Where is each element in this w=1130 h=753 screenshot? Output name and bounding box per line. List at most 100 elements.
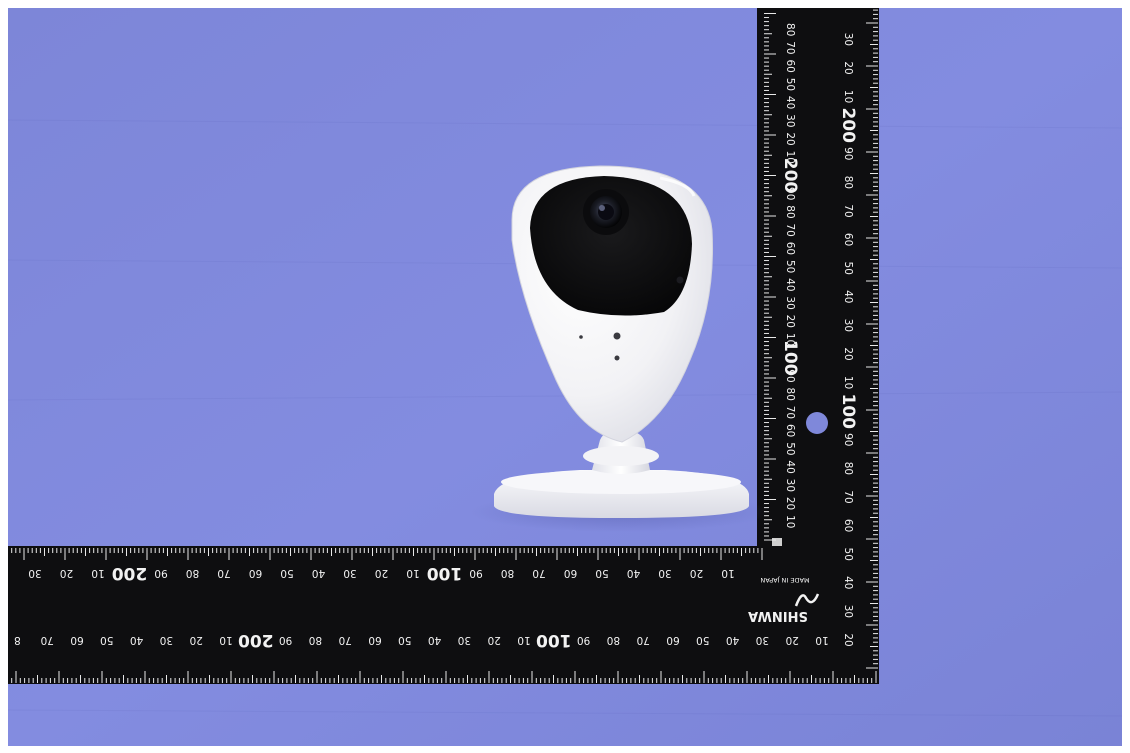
ruler-label: 50 xyxy=(595,567,608,579)
ruler-label: 30 xyxy=(756,634,769,646)
ruler-label: 20 xyxy=(690,567,703,579)
ruler-label: 60 xyxy=(784,59,796,72)
ruler-label: 40 xyxy=(726,634,739,646)
camera-sensor xyxy=(676,276,684,284)
ruler-label: 10 xyxy=(219,634,232,646)
ruler-label: 20 xyxy=(190,634,203,646)
ruler-label: 70 xyxy=(784,406,796,419)
ruler-label: 50 xyxy=(784,78,796,91)
ruler-label: 80 xyxy=(186,567,199,579)
ruler-label: 30 xyxy=(784,479,796,492)
ruler-label: 70 xyxy=(637,634,650,646)
ruler-label: 40 xyxy=(784,96,796,109)
ruler-label: 50 xyxy=(842,548,854,561)
ruler-label: 100 xyxy=(838,393,858,429)
ruler-label: 10 xyxy=(721,567,734,579)
camera-microphone-hole xyxy=(614,355,620,361)
ruler-label: 80 xyxy=(309,634,322,646)
ruler-label: 8 xyxy=(14,634,21,646)
ruler-label: 40 xyxy=(130,634,143,646)
ruler-origin-text: MADE IN JAPAN xyxy=(760,576,809,584)
ruler-label: 100 xyxy=(427,563,463,583)
ruler-label: 40 xyxy=(842,576,854,589)
ruler-label: 80 xyxy=(607,634,620,646)
ruler-label: 20 xyxy=(60,567,73,579)
ruler-label: 30 xyxy=(458,634,471,646)
ruler-label: 80 xyxy=(842,176,854,189)
ruler-label: 40 xyxy=(428,634,441,646)
ruler-label: 30 xyxy=(160,634,173,646)
ruler-brand: SHINWA xyxy=(748,608,808,623)
ruler-label: 60 xyxy=(666,634,679,646)
ruler-label: 10 xyxy=(784,333,796,346)
ruler-label: 200 xyxy=(838,107,858,143)
ruler-label: 70 xyxy=(339,634,352,646)
ruler-label: 50 xyxy=(280,567,293,579)
ruler-label: 10 xyxy=(842,376,854,389)
ruler-label: 30 xyxy=(784,114,796,127)
ruler-label: 20 xyxy=(842,347,854,360)
ruler-label: 70 xyxy=(784,41,796,54)
ruler-label: 60 xyxy=(368,634,381,646)
ruler-label: 60 xyxy=(249,567,262,579)
ruler-label: 20 xyxy=(375,567,388,579)
ruler-label: 70 xyxy=(217,567,230,579)
ruler-label: 90 xyxy=(842,433,854,446)
ruler-label: 40 xyxy=(312,567,325,579)
ruler-label: 80 xyxy=(842,462,854,475)
ruler-label: 10 xyxy=(91,567,104,579)
camera-indicator-light xyxy=(613,332,621,340)
ruler-label: 30 xyxy=(842,319,854,332)
ruler-label: 20 xyxy=(784,132,796,145)
ruler-label: 30 xyxy=(343,567,356,579)
ruler-label: 30 xyxy=(784,296,796,309)
ruler-label: 60 xyxy=(564,567,577,579)
ruler-label: 20 xyxy=(842,633,854,646)
ruler-label: 40 xyxy=(627,567,640,579)
ruler-vertical-arm xyxy=(757,8,879,550)
ruler-label: 10 xyxy=(406,567,419,579)
ruler-label: 90 xyxy=(279,634,292,646)
ruler-label: 20 xyxy=(784,315,796,328)
ruler-label: 30 xyxy=(842,33,854,46)
ruler-label: 60 xyxy=(842,233,854,246)
ruler-label: 90 xyxy=(842,147,854,160)
ruler-label: 20 xyxy=(786,634,799,646)
ruler-label: 50 xyxy=(784,260,796,273)
ruler-hole xyxy=(806,412,828,434)
ruler-label: 30 xyxy=(658,567,671,579)
ruler-label: 50 xyxy=(784,442,796,455)
ruler-label: 60 xyxy=(784,424,796,437)
ruler-label: 80 xyxy=(784,205,796,218)
ruler-label: 50 xyxy=(398,634,411,646)
ruler-label: 30 xyxy=(842,605,854,618)
ruler-label: 10 xyxy=(784,515,796,528)
ruler-label: 200 xyxy=(112,563,148,583)
ruler-label: 70 xyxy=(41,634,54,646)
ruler-label: 40 xyxy=(784,278,796,291)
ruler-label: 10 xyxy=(784,151,796,164)
ruler-label: 70 xyxy=(784,223,796,236)
ruler-label: 60 xyxy=(70,634,83,646)
ruler-label: 90 xyxy=(577,634,590,646)
ruler-label: 30 xyxy=(28,567,41,579)
ruler-label: 50 xyxy=(842,262,854,275)
ruler-label: 50 xyxy=(100,634,113,646)
ruler-label: 20 xyxy=(784,497,796,510)
ruler-label: 80 xyxy=(784,23,796,36)
ruler-label: 50 xyxy=(696,634,709,646)
ruler-label: 40 xyxy=(784,460,796,473)
ruler-label: 20 xyxy=(488,634,501,646)
photo-scene: 20 30 40 50 60 70 80 90 100 10 20 30 40 50 60 70 80 90 200… xyxy=(0,0,1130,753)
ruler-label: 70 xyxy=(842,204,854,217)
ruler-label: 200 xyxy=(238,630,274,650)
ruler-label: 20 xyxy=(842,61,854,74)
ruler-label: 90 xyxy=(469,567,482,579)
ruler-label: 80 xyxy=(784,388,796,401)
ruler-label: 90 xyxy=(154,567,167,579)
ruler-label: 70 xyxy=(532,567,545,579)
ruler-label: 40 xyxy=(842,290,854,303)
ruler-label: 80 xyxy=(501,567,514,579)
ruler-label: 10 xyxy=(842,90,854,103)
ruler-label: 10 xyxy=(517,634,530,646)
